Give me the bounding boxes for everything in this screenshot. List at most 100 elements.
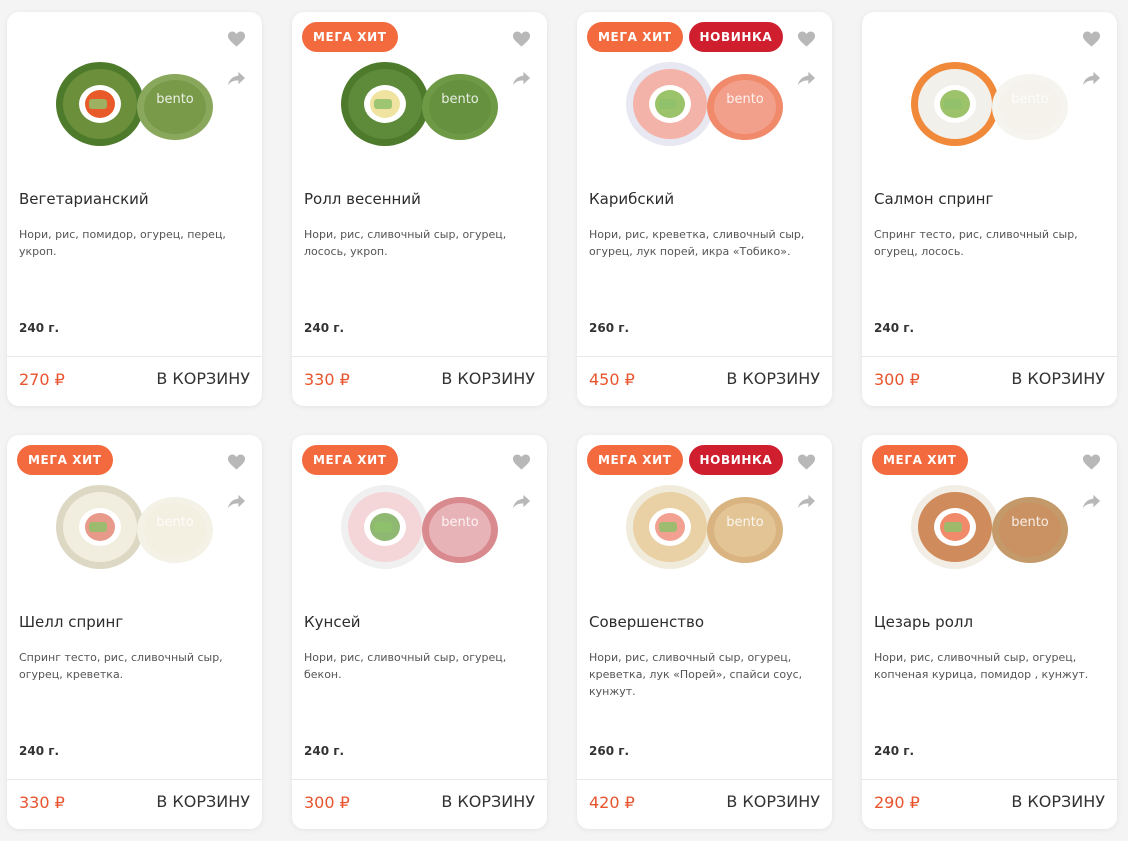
share-icon[interactable] [512, 492, 531, 511]
badges: МЕГА ХИТ НОВИНКА [587, 22, 784, 52]
roll-shell-spring-image[interactable]: bento [47, 467, 227, 579]
svg-text:bento: bento [156, 515, 194, 530]
product-card[interactable]: bento Вегетарианский Нори, рис, помидор,… [7, 12, 262, 406]
product-description: Нори, рис, сливочный сыр, огурец, копчен… [874, 651, 1089, 681]
card-actions [797, 453, 816, 511]
card-actions [227, 30, 246, 88]
product-name[interactable]: Салмон спринг [874, 190, 1104, 208]
add-to-cart-button[interactable]: В КОРЗИНУ [156, 792, 250, 811]
share-icon[interactable] [227, 69, 246, 88]
roll-kunsei-image[interactable]: bento [332, 467, 512, 579]
heart-icon[interactable] [512, 453, 531, 472]
product-name[interactable]: Шелл спринг [19, 613, 249, 631]
badges: МЕГА ХИТ [302, 445, 398, 475]
add-to-cart-button[interactable]: В КОРЗИНУ [726, 369, 820, 388]
product-description: Спринг тесто, рис, сливочный сыр, огурец… [874, 228, 1078, 258]
roll-spring-image[interactable]: bento [332, 44, 512, 156]
heart-icon[interactable] [227, 30, 246, 49]
badge-mega-hit: МЕГА ХИТ [587, 22, 683, 52]
badge-new: НОВИНКА [688, 22, 784, 52]
product-price: 290 ₽ [874, 793, 920, 812]
add-to-cart-button[interactable]: В КОРЗИНУ [726, 792, 820, 811]
card-divider [7, 356, 262, 357]
share-icon[interactable] [1082, 69, 1101, 88]
add-to-cart-button[interactable]: В КОРЗИНУ [441, 792, 535, 811]
product-price: 270 ₽ [19, 370, 65, 389]
product-card[interactable]: МЕГА ХИТ bento Шелл спринг Спринг тесто,… [7, 435, 262, 829]
add-to-cart-button[interactable]: В КОРЗИНУ [1011, 369, 1105, 388]
card-actions [797, 30, 816, 88]
svg-text:bento: bento [156, 92, 194, 107]
badge-new: НОВИНКА [688, 445, 784, 475]
card-divider [292, 779, 547, 780]
product-name[interactable]: Вегетарианский [19, 190, 249, 208]
roll-veggie-image[interactable]: bento [47, 44, 227, 156]
add-to-cart-button[interactable]: В КОРЗИНУ [441, 369, 535, 388]
card-divider [862, 356, 1117, 357]
product-weight: 240 г. [874, 321, 915, 335]
product-price: 330 ₽ [304, 370, 350, 389]
share-icon[interactable] [797, 492, 816, 511]
svg-text:bento: bento [726, 515, 764, 530]
product-weight: 260 г. [589, 321, 630, 335]
product-card[interactable]: МЕГА ХИТ bento Кунсей Нори, рис, сливочн… [292, 435, 547, 829]
product-card[interactable]: МЕГА ХИТ bento Ролл весенний Нори, рис, … [292, 12, 547, 406]
add-to-cart-button[interactable]: В КОРЗИНУ [156, 369, 250, 388]
badge-mega-hit: МЕГА ХИТ [872, 445, 968, 475]
product-description: Нори, рис, помидор, огурец, перец, укроп… [19, 228, 226, 258]
badges: МЕГА ХИТ [17, 445, 113, 475]
product-card[interactable]: МЕГА ХИТ НОВИНКА bento Карибский Нори, ри… [577, 12, 832, 406]
product-name[interactable]: Карибский [589, 190, 819, 208]
product-name[interactable]: Совершенство [589, 613, 819, 631]
add-to-cart-button[interactable]: В КОРЗИНУ [1011, 792, 1105, 811]
svg-text:bento: bento [441, 515, 479, 530]
svg-text:bento: bento [441, 92, 479, 107]
heart-icon[interactable] [797, 453, 816, 472]
badge-mega-hit: МЕГА ХИТ [302, 22, 398, 52]
card-actions [227, 453, 246, 511]
product-card[interactable]: МЕГА ХИТ bento Цезарь ролл Нори, рис, сл… [862, 435, 1117, 829]
product-card[interactable]: bento Салмон спринг Спринг тесто, рис, с… [862, 12, 1117, 406]
product-price: 300 ₽ [874, 370, 920, 389]
product-price: 420 ₽ [589, 793, 635, 812]
card-divider [577, 356, 832, 357]
share-icon[interactable] [227, 492, 246, 511]
product-name[interactable]: Ролл весенний [304, 190, 534, 208]
share-icon[interactable] [512, 69, 531, 88]
share-icon[interactable] [1082, 492, 1101, 511]
badge-mega-hit: МЕГА ХИТ [587, 445, 683, 475]
roll-caesar-image[interactable]: bento [902, 467, 1082, 579]
roll-perfection-image[interactable]: bento [617, 467, 797, 579]
product-description: Спринг тесто, рис, сливочный сыр, огурец… [19, 651, 223, 681]
heart-icon[interactable] [797, 30, 816, 49]
badges: МЕГА ХИТ НОВИНКА [587, 445, 784, 475]
product-name[interactable]: Кунсей [304, 613, 534, 631]
heart-icon[interactable] [512, 30, 531, 49]
svg-text:bento: bento [726, 92, 764, 107]
product-weight: 240 г. [874, 744, 915, 758]
roll-salmon-spring-image[interactable]: bento [902, 44, 1082, 156]
svg-text:bento: bento [1011, 92, 1049, 107]
card-actions [512, 30, 531, 88]
product-price: 300 ₽ [304, 793, 350, 812]
product-description: Нори, рис, сливочный сыр, огурец, кревет… [589, 651, 803, 698]
product-card[interactable]: МЕГА ХИТ НОВИНКА bento Совершенство Нори,… [577, 435, 832, 829]
card-actions [1082, 453, 1101, 511]
card-divider [292, 356, 547, 357]
heart-icon[interactable] [1082, 30, 1101, 49]
card-divider [577, 779, 832, 780]
share-icon[interactable] [797, 69, 816, 88]
product-price: 330 ₽ [19, 793, 65, 812]
roll-caribbean-image[interactable]: bento [617, 44, 797, 156]
product-description: Нори, рис, креветка, сливочный сыр, огур… [589, 228, 805, 258]
product-price: 450 ₽ [589, 370, 635, 389]
card-actions [512, 453, 531, 511]
card-divider [7, 779, 262, 780]
badges: МЕГА ХИТ [302, 22, 398, 52]
card-actions [1082, 30, 1101, 88]
product-name[interactable]: Цезарь ролл [874, 613, 1104, 631]
product-grid: bento Вегетарианский Нори, рис, помидор,… [0, 0, 1128, 841]
heart-icon[interactable] [1082, 453, 1101, 472]
heart-icon[interactable] [227, 453, 246, 472]
badge-mega-hit: МЕГА ХИТ [17, 445, 113, 475]
